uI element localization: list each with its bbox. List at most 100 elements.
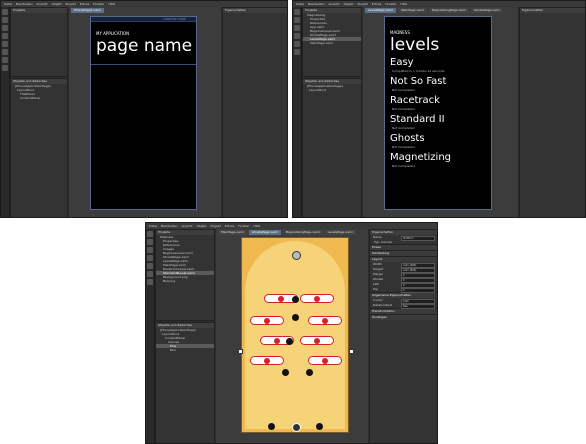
menu-item[interactable]: Hilfe	[253, 224, 260, 228]
level-name: Racetrack	[390, 95, 440, 106]
tab-magnetizing[interactable]: MagnetizingPage.xaml	[428, 8, 469, 13]
section-misc[interactable]: Sonstiges	[370, 314, 437, 320]
level-name: Ghosts	[390, 133, 425, 144]
prop-row: DataContext Neu	[370, 303, 437, 309]
level-name: Easy	[390, 57, 414, 68]
page-title: levels	[390, 35, 440, 55]
pin-right-4[interactable]	[308, 356, 342, 365]
level-item[interactable]: Racetrack Not Completed	[390, 95, 451, 114]
menu-item[interactable]: Hilfe	[400, 2, 407, 6]
prop-value[interactable]: Neu	[401, 304, 435, 309]
phone-page: WINDOWS PHONE MY APPLICATION page name	[90, 16, 197, 210]
menu-item[interactable]: Datei	[149, 224, 157, 228]
prop-row: Top 0	[370, 287, 437, 293]
tab-levels[interactable]: LevelsPage.xaml	[365, 8, 397, 13]
tab-phonepage[interactable]: PhonePage1.xaml	[71, 8, 104, 13]
file-item[interactable]: Ball.png	[156, 279, 214, 283]
level-item[interactable]: Not So Fast Not Completed	[390, 76, 451, 95]
menu-item[interactable]: Ansicht	[182, 224, 193, 228]
file-item[interactable]: MainPage.xaml	[303, 41, 361, 45]
menu-item[interactable]: Ansicht	[37, 2, 48, 6]
pen-tool-icon[interactable]	[294, 25, 300, 31]
hole-2	[292, 314, 299, 321]
menu-item[interactable]: Extras	[225, 224, 234, 228]
direct-select-tool-icon[interactable]	[2, 17, 8, 23]
level-status: Not Completed	[392, 88, 415, 92]
objects-timeline-panel: Objekte und Zeitachse [PhoneApplicationP…	[10, 78, 68, 217]
menu-item[interactable]: Fenster	[238, 224, 249, 228]
rectangle-tool-icon[interactable]	[147, 271, 153, 277]
screenshot-3-window: Datei Bearbeiten Ansicht Objekt Projekt …	[145, 222, 438, 444]
rectangle-tool-icon[interactable]	[2, 57, 8, 63]
objects-timeline-panel: Objekte und Zeitachse [PhoneApplicationP…	[302, 78, 362, 217]
tab-levels[interactable]: LevelsPage.xaml	[324, 230, 356, 235]
pin-left-4[interactable]	[250, 356, 284, 365]
pin-right-3[interactable]	[300, 336, 334, 345]
menu-item[interactable]: Extras	[372, 2, 381, 6]
pin-left-2[interactable]	[250, 316, 284, 325]
menu-item[interactable]: Objekt	[52, 2, 62, 6]
drain-center	[292, 423, 301, 432]
pan-tool-icon[interactable]	[147, 255, 153, 261]
level-item[interactable]: Standard II Not Completed	[390, 114, 451, 133]
grid-tool-icon[interactable]	[2, 65, 8, 71]
top-bumper[interactable]	[292, 251, 301, 260]
menu-item[interactable]: Bearbeiten	[308, 2, 324, 6]
selection-handle-right[interactable]	[349, 349, 354, 354]
menu-item[interactable]: Hilfe	[108, 2, 115, 6]
pinball-board[interactable]	[241, 237, 349, 433]
menu-item[interactable]: Objekt	[344, 2, 354, 6]
tab-main[interactable]: MainPage.xaml	[218, 230, 247, 235]
tree-item[interactable]: Ball	[156, 348, 214, 352]
tree-item[interactable]: LayoutRoot	[303, 88, 361, 92]
menu-item[interactable]: Ansicht	[329, 2, 340, 6]
pin-right-2[interactable]	[308, 316, 342, 325]
pen-tool-icon[interactable]	[2, 25, 8, 31]
name-field[interactable]: Platform	[401, 236, 435, 241]
menu-item[interactable]: Datei	[4, 2, 12, 6]
pan-tool-icon[interactable]	[294, 33, 300, 39]
menu-item[interactable]: Projekt	[65, 2, 75, 6]
direct-select-tool-icon[interactable]	[294, 17, 300, 23]
level-status: Not Completed	[392, 145, 415, 149]
select-tool-icon[interactable]	[2, 9, 8, 15]
document-tabs: LevelsPage.xaml MainPage.xaml Magnetizin…	[365, 8, 503, 13]
zoom-tool-icon[interactable]	[147, 263, 153, 269]
menu-item[interactable]: Extras	[80, 2, 89, 6]
level-item[interactable]: Magnetizing Not Completed	[390, 152, 451, 171]
menu-item[interactable]: Projekt	[357, 2, 367, 6]
select-tool-icon[interactable]	[147, 231, 153, 237]
tab-main[interactable]: MainPage.xaml	[398, 8, 427, 13]
menu-item[interactable]: Bearbeiten	[16, 2, 32, 6]
menu-item[interactable]: Fenster	[385, 2, 396, 6]
toolbox	[1, 7, 10, 217]
menu-item[interactable]: Bearbeiten	[161, 224, 177, 228]
page-title: page name	[96, 36, 193, 56]
menu-item[interactable]: Datei	[296, 2, 304, 6]
toolbox	[293, 7, 302, 217]
direct-select-tool-icon[interactable]	[147, 239, 153, 245]
pan-tool-icon[interactable]	[2, 33, 8, 39]
drain-right	[316, 423, 323, 430]
selection-handle-left[interactable]	[238, 349, 243, 354]
level-item[interactable]: Ghosts Not Completed	[390, 133, 451, 152]
tab-ghosts[interactable]: GhostsPage.xaml	[470, 8, 503, 13]
rectangle-tool-icon[interactable]	[294, 49, 300, 55]
zoom-tool-icon[interactable]	[2, 41, 8, 47]
pin-right-1[interactable]	[300, 294, 334, 303]
menu-item[interactable]: Fenster	[93, 2, 104, 6]
drain-left	[268, 423, 275, 430]
select-tool-icon[interactable]	[294, 9, 300, 15]
tab-magnetizing[interactable]: MagnetizingPage.xaml	[282, 230, 323, 235]
pen-tool-icon[interactable]	[147, 247, 153, 253]
tab-ghosts[interactable]: GhostsPage.xaml	[248, 230, 281, 235]
eyedropper-tool-icon[interactable]	[2, 49, 8, 55]
zoom-tool-icon[interactable]	[294, 41, 300, 47]
tree-item[interactable]: ContentPanel	[11, 96, 67, 100]
menu-item[interactable]: Projekt	[210, 224, 220, 228]
menu-item[interactable]: Objekt	[197, 224, 207, 228]
level-name: Not So Fast	[390, 76, 447, 87]
properties-panel: Eigenschaften Name Platform Typ: Canvas …	[369, 229, 437, 443]
grid-tool-icon[interactable]	[147, 279, 153, 285]
level-item[interactable]: Easy Completed in 1 minute 12 seconds	[390, 57, 451, 76]
